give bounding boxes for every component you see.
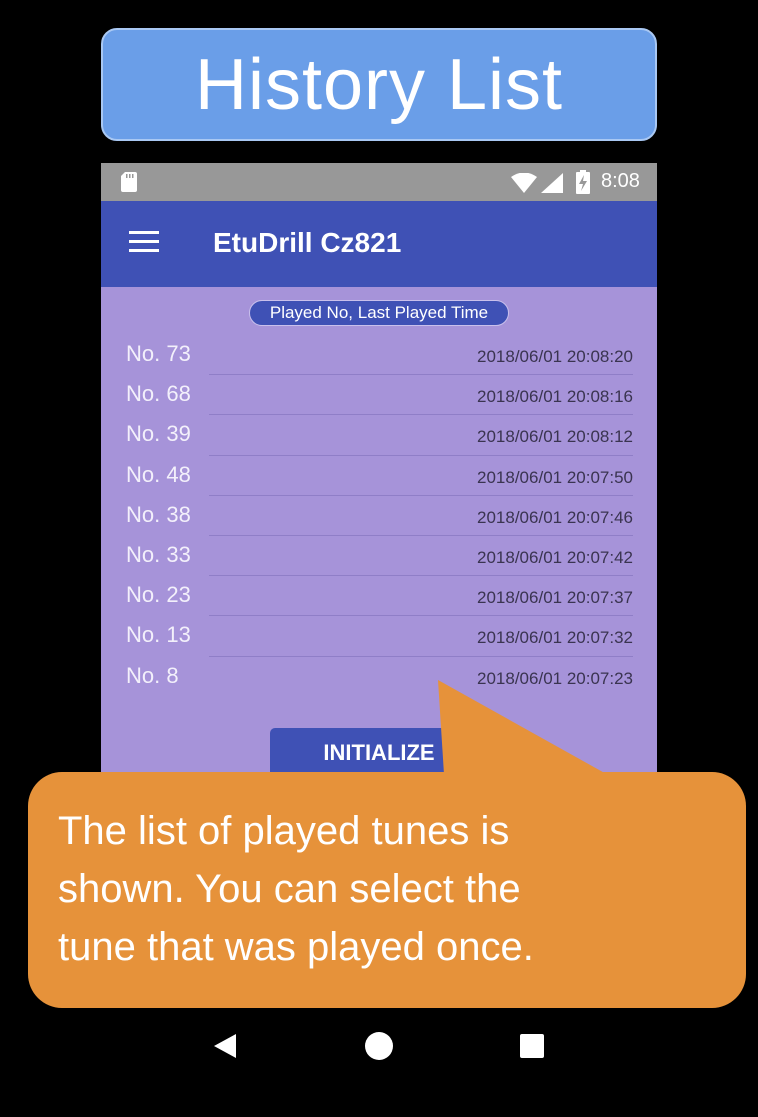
home-icon[interactable] [365,1032,393,1060]
tune-number: No. 33 [126,541,191,567]
history-row[interactable]: No. 68 2018/06/01 20:08:16 [101,375,657,416]
signal-icon [541,173,563,193]
wifi-icon [511,173,537,193]
played-time: 2018/06/01 20:07:42 [477,547,633,567]
played-time: 2018/06/01 20:08:12 [477,427,633,447]
history-row[interactable]: No. 48 2018/06/01 20:07:50 [101,456,657,496]
history-row[interactable]: No. 13 2018/06/01 20:07:32 [101,616,657,657]
tune-number: No. 39 [126,421,191,447]
tune-number: No. 8 [126,662,179,688]
callout-bubble: The list of played tunes is shown. You c… [28,772,746,1008]
played-time: 2018/06/01 20:07:37 [477,588,633,608]
played-time: 2018/06/01 20:08:20 [477,347,633,366]
tune-number: No. 13 [126,622,191,648]
sd-card-icon [121,172,137,192]
hamburger-menu-icon[interactable] [129,231,159,253]
history-content: Played No, Last Played Time No. 73 2018/… [101,287,657,783]
app-title: EtuDrill Cz821 [213,227,402,258]
played-time: 2018/06/01 20:07:32 [477,628,633,648]
status-clock: 8:08 [601,170,640,192]
banner-title: History List [194,44,564,125]
battery-charging-icon [576,170,590,194]
tune-number: No. 48 [126,461,191,487]
history-row[interactable]: No. 38 2018/06/01 20:07:46 [101,496,657,536]
tune-number: No. 73 [126,341,191,366]
status-bar: 8:08 [101,163,657,201]
played-time: 2018/06/01 20:07:46 [477,507,633,527]
callout-line: shown. You can select the [58,867,521,911]
history-row[interactable]: No. 33 2018/06/01 20:07:42 [101,536,657,577]
phone-screen: 8:08 EtuDrill Cz821 Played No, Last Play… [101,163,657,783]
history-row[interactable]: No. 23 2018/06/01 20:07:37 [101,576,657,617]
history-row[interactable]: No. 8 2018/06/01 20:07:23 [101,657,657,697]
tune-number: No. 38 [126,501,191,527]
history-list: No. 73 2018/06/01 20:08:20 No. 68 2018/0… [101,335,657,697]
initialize-button[interactable]: INITIALIZE [270,728,488,778]
list-header: Played No, Last Played Time [249,300,509,326]
history-row[interactable]: No. 73 2018/06/01 20:08:20 [101,335,657,376]
played-time: 2018/06/01 20:07:23 [477,668,633,688]
app-bar: EtuDrill Cz821 [101,201,657,287]
played-time: 2018/06/01 20:07:50 [477,467,633,487]
list-header-label: Played No, Last Played Time [269,303,489,322]
callout-line: The list of played tunes is [58,809,510,853]
tune-number: No. 23 [126,582,191,608]
title-banner: History List [101,28,657,141]
history-row[interactable]: No. 39 2018/06/01 20:08:12 [101,415,657,456]
played-time: 2018/06/01 20:08:16 [477,387,633,407]
back-icon[interactable] [212,1032,238,1060]
callout-line: tune that was played once. [58,925,534,969]
tune-number: No. 68 [126,381,191,407]
recents-icon[interactable] [520,1034,544,1058]
navigation-bar [0,1008,758,1117]
